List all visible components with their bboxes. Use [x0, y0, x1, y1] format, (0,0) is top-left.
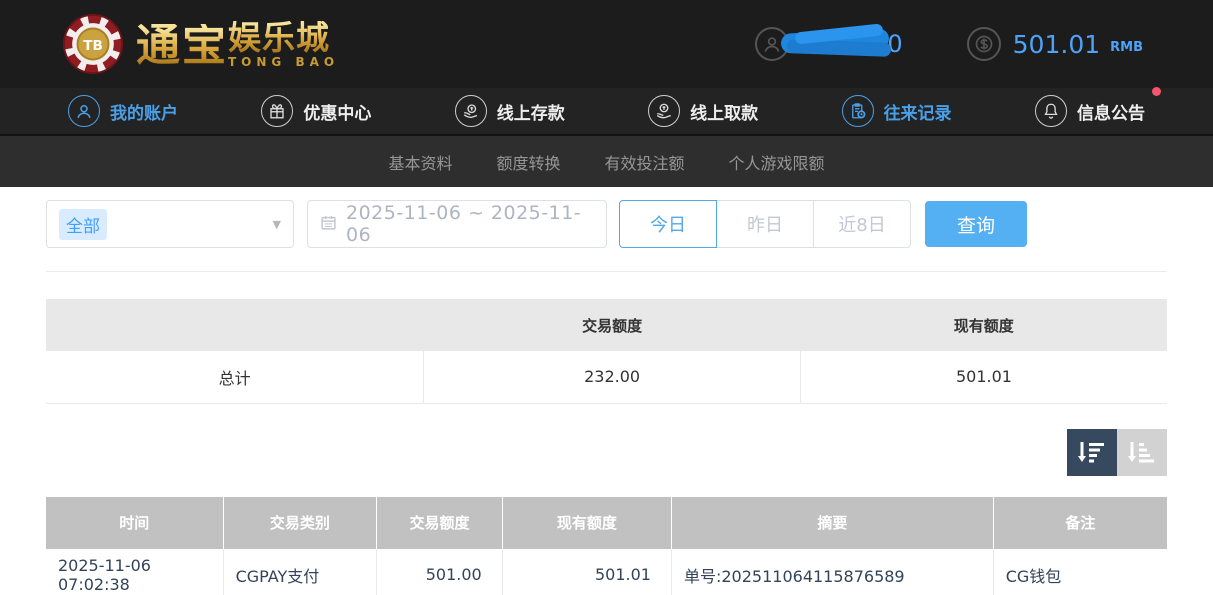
nav-label: 我的账户 — [110, 99, 178, 124]
sort-ascending-icon — [1128, 439, 1156, 465]
summary-total-trade-amount: 232.00 — [424, 351, 801, 403]
brand-cn-big: 通宝 — [136, 24, 228, 68]
nav-item-promotions[interactable]: 优惠中心 — [261, 95, 371, 127]
query-button[interactable]: 查询 — [925, 201, 1027, 247]
summary-table: 交易额度 现有额度 总计 232.00 501.01 — [46, 299, 1167, 404]
quick-range-last8days-button[interactable]: 近8日 — [813, 200, 911, 248]
transaction-type-select[interactable]: 全部 ▼ — [46, 200, 294, 248]
table-row: 2025-11-06 07:02:38 CGPAY支付 501.00 501.0… — [46, 549, 1167, 595]
nav-label: 线上存款 — [497, 99, 565, 124]
brand-cn-small: 娱乐城 — [228, 21, 330, 54]
summary-total-label: 总计 — [46, 351, 424, 403]
record-balance: 501.01 — [502, 549, 671, 595]
dollar-icon — [967, 27, 1001, 61]
bell-icon — [1035, 95, 1067, 127]
summary-header-balance: 现有额度 — [800, 299, 1167, 351]
account-subnav: 基本资料 额度转换 有效投注额 个人游戏限额 — [0, 136, 1213, 187]
username-redaction-scribble — [781, 29, 893, 59]
user-icon — [68, 95, 100, 127]
records-header-trade-amount: 交易额度 — [377, 497, 503, 549]
balance-amount: 501.01 — [1013, 30, 1100, 59]
summary-header-trade-amount: 交易额度 — [424, 299, 801, 351]
quick-range-today-button[interactable]: 今日 — [619, 200, 717, 248]
nav-label: 往来记录 — [884, 99, 952, 124]
nav-item-announcements[interactable]: 信息公告 — [1035, 95, 1145, 127]
records-header-note: 备注 — [993, 497, 1167, 549]
date-range-value: 2025-11-06 ~ 2025-11-06 — [346, 202, 594, 246]
sort-descending-button[interactable] — [1067, 429, 1117, 476]
records-header-row: 时间 交易类别 交易额度 现有额度 摘要 备注 — [46, 497, 1167, 549]
main-nav: 我的账户 优惠中心 线上存款 线上取款 — [0, 88, 1213, 136]
subnav-item-valid-bets[interactable]: 有效投注额 — [605, 150, 685, 174]
records-header-time: 时间 — [46, 497, 223, 549]
balance-display[interactable]: 501.01 RMB — [967, 27, 1143, 61]
selected-type-value: 全部 — [59, 209, 107, 240]
summary-total-row: 总计 232.00 501.01 — [46, 351, 1167, 403]
brand-text: 通宝 娱乐城 TONG BAO — [136, 21, 339, 68]
brand-en: TONG BAO — [228, 56, 339, 68]
nav-label: 优惠中心 — [303, 99, 371, 124]
username-display[interactable]: 0 — [755, 22, 902, 66]
balance-currency: RMB — [1110, 34, 1143, 55]
nav-item-transaction-records[interactable]: 往来记录 — [842, 95, 952, 127]
quick-range-yesterday-button[interactable]: 昨日 — [716, 200, 814, 248]
record-trade-amount: 501.00 — [377, 549, 503, 595]
filter-divider — [46, 271, 1167, 272]
nav-item-deposit[interactable]: 线上存款 — [455, 95, 565, 127]
deposit-icon — [455, 95, 487, 127]
nav-item-my-account[interactable]: 我的账户 — [68, 95, 178, 127]
summary-total-balance: 501.01 — [800, 351, 1167, 403]
subnav-item-personal-game-limit[interactable]: 个人游戏限额 — [729, 150, 825, 174]
records-table: 时间 交易类别 交易额度 现有额度 摘要 备注 2025-11-06 07:02… — [46, 497, 1167, 595]
records-header-type: 交易类别 — [223, 497, 377, 549]
record-time: 2025-11-06 07:02:38 — [46, 549, 223, 595]
record-summary: 单号:202511064115876589 — [671, 549, 993, 595]
nav-label: 信息公告 — [1077, 99, 1145, 124]
records-page: 全部 ▼ 2025-11-06 ~ 2025-11-06 今日 昨日 近8日 查… — [0, 187, 1213, 595]
sort-descending-icon — [1078, 439, 1106, 465]
chevron-down-icon: ▼ — [273, 218, 281, 231]
subnav-item-basic-info[interactable]: 基本资料 — [388, 150, 452, 174]
poker-chip-icon: TB — [62, 13, 124, 75]
summary-header-row: 交易额度 现有额度 — [46, 299, 1167, 351]
topbar: TB 通宝 娱乐城 TONG BAO 0 — [0, 0, 1213, 88]
filter-row: 全部 ▼ 2025-11-06 ~ 2025-11-06 今日 昨日 近8日 查… — [46, 200, 1167, 248]
date-range-input[interactable]: 2025-11-06 ~ 2025-11-06 — [307, 200, 607, 248]
sort-controls — [46, 429, 1167, 476]
summary-header-empty — [46, 299, 424, 351]
brand-logo[interactable]: TB 通宝 娱乐城 TONG BAO — [62, 13, 339, 75]
withdraw-icon — [648, 95, 680, 127]
nav-item-withdraw[interactable]: 线上取款 — [648, 95, 758, 127]
records-header-summary: 摘要 — [671, 497, 993, 549]
records-icon — [842, 95, 874, 127]
notification-dot — [1152, 87, 1161, 96]
calendar-icon — [320, 214, 337, 235]
records-header-balance: 现有额度 — [502, 497, 671, 549]
record-note: CG钱包 — [993, 549, 1167, 595]
sort-ascending-button[interactable] — [1117, 429, 1167, 476]
subnav-item-credit-transfer[interactable]: 额度转换 — [496, 150, 560, 174]
record-type: CGPAY支付 — [223, 549, 377, 595]
nav-label: 线上取款 — [690, 99, 758, 124]
gift-icon — [261, 95, 293, 127]
quick-range-segmented-control: 今日 昨日 近8日 — [619, 200, 911, 248]
svg-text:TB: TB — [83, 38, 103, 54]
